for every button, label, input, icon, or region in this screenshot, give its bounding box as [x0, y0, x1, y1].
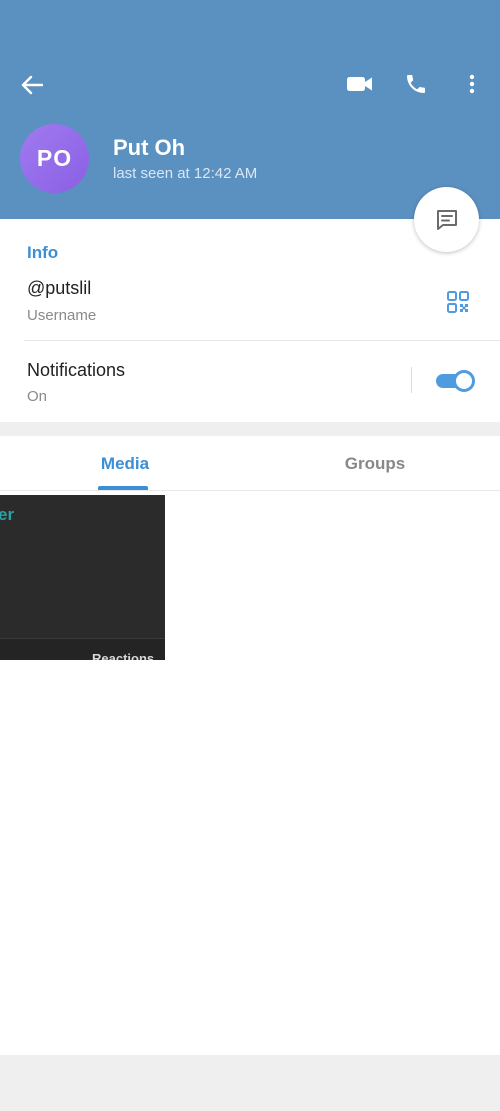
last-seen-status: last seen at 12:42 AM — [113, 165, 258, 182]
shared-media-tabs: Media Groups — [0, 436, 500, 491]
active-tab-indicator — [98, 486, 148, 490]
qr-code-button[interactable] — [440, 284, 476, 320]
message-icon — [436, 209, 457, 230]
header-actions — [332, 62, 500, 106]
notifications-state: On — [27, 388, 48, 405]
qr-code-icon — [447, 291, 469, 313]
video-call-icon — [347, 77, 372, 91]
info-title: Info — [27, 243, 59, 262]
toggle-knob — [453, 370, 475, 392]
more-vertical-icon — [469, 74, 475, 94]
navigation-bar — [0, 1055, 500, 1111]
more-options-button[interactable] — [444, 62, 500, 106]
profile-header: PO Put Oh last seen at 12:42 AM — [0, 0, 500, 219]
avatar[interactable]: PO — [20, 124, 89, 193]
tab-media[interactable]: Media — [0, 436, 250, 491]
section-gap — [0, 422, 500, 436]
video-call-button[interactable] — [332, 62, 388, 106]
profile-name: Put Oh — [113, 135, 186, 160]
vertical-separator — [411, 367, 412, 393]
thumbnail-caption-bottom: Reactions — [92, 651, 155, 660]
username-value[interactable]: @putslil — [27, 278, 91, 299]
send-message-button[interactable] — [414, 187, 479, 252]
notifications-label[interactable]: Notifications — [27, 360, 125, 381]
media-thumbnail[interactable]: er Reactions — [0, 495, 165, 660]
tab-groups[interactable]: Groups — [250, 436, 500, 491]
back-arrow-icon — [21, 75, 43, 95]
back-button[interactable] — [14, 68, 50, 102]
phone-call-button[interactable] — [388, 62, 444, 106]
divider — [24, 340, 500, 341]
info-section: Info @putslil Username Notifications On — [0, 219, 500, 422]
notifications-toggle[interactable] — [436, 370, 476, 392]
username-label: Username — [27, 307, 97, 324]
phone-icon — [407, 75, 425, 93]
thumbnail-caption-top: er — [0, 505, 15, 524]
